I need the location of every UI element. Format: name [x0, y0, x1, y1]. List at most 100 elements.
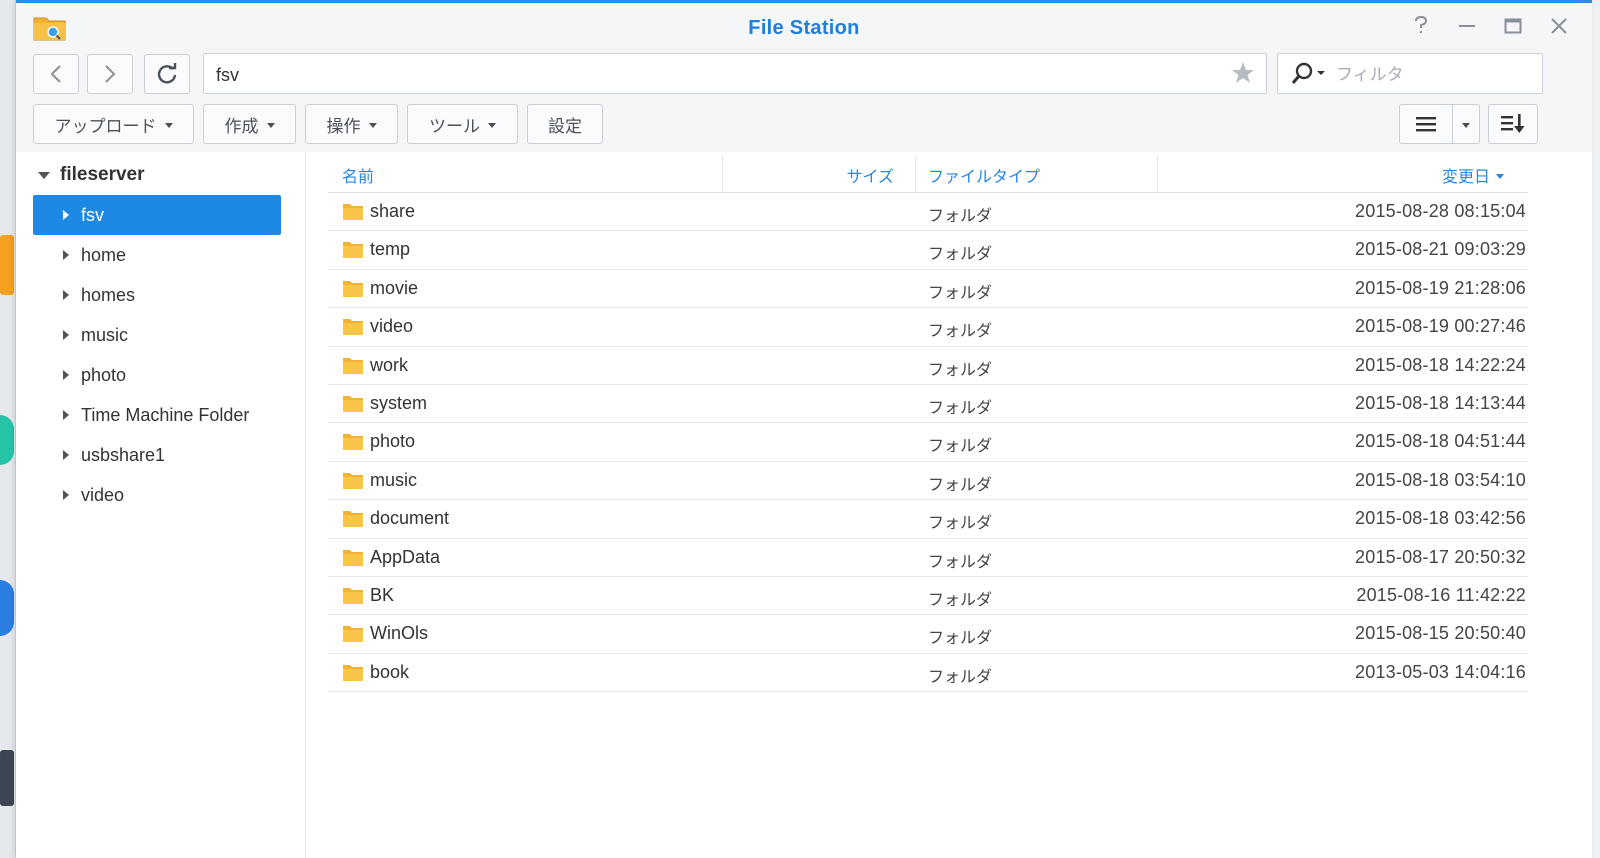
folder-icon [343, 664, 363, 681]
sidebar-item-video[interactable]: video [33, 475, 281, 515]
toolbar: アップロード 作成 操作 ツール 設定 [16, 100, 1592, 152]
sidebar-item-photo[interactable]: photo [33, 355, 281, 395]
navigation-bar [16, 50, 1592, 100]
file-row[interactable]: music フォルダ 2015-08-18 03:54:10 [328, 462, 1528, 501]
file-row[interactable]: video フォルダ 2015-08-19 00:27:46 [328, 308, 1528, 347]
file-name: WinOls [370, 623, 428, 644]
back-button[interactable] [33, 54, 79, 94]
column-header-size[interactable]: サイズ [722, 156, 894, 193]
minimize-icon[interactable] [1454, 13, 1480, 39]
sort-button[interactable] [1488, 104, 1538, 144]
file-row[interactable]: WinOls フォルダ 2015-08-15 20:50:40 [328, 615, 1528, 654]
help-icon[interactable] [1408, 13, 1434, 39]
sidebar-item-home[interactable]: home [33, 235, 281, 275]
refresh-icon [157, 63, 177, 84]
column-header-modified[interactable]: 変更日 [1442, 156, 1504, 193]
file-modified-date: 2015-08-16 11:42:22 [1356, 584, 1526, 605]
desktop-app-fragment [0, 580, 14, 636]
file-name: music [370, 469, 418, 490]
sidebar-item-label: music [81, 324, 129, 345]
search-icon[interactable] [1290, 62, 1330, 86]
chevron-down-icon [488, 122, 496, 128]
sidebar-item-label: Time Machine Folder [81, 404, 250, 425]
create-button[interactable]: 作成 [203, 104, 296, 144]
list-view-icon [1416, 117, 1436, 132]
file-row[interactable]: work フォルダ 2015-08-18 14:22:24 [328, 347, 1528, 385]
settings-label: 設定 [548, 116, 582, 137]
chevron-down-icon [1462, 122, 1470, 128]
sidebar-item-label: video [81, 484, 125, 505]
expand-arrow-icon [38, 171, 50, 179]
chevron-right-icon [105, 65, 116, 83]
sidebar-item-fsv[interactable]: fsv [33, 195, 281, 235]
file-type: フォルダ [928, 474, 993, 494]
path-input[interactable] [216, 64, 1196, 86]
column-divider[interactable] [1157, 156, 1158, 193]
maximize-icon[interactable] [1500, 13, 1526, 39]
file-station-window: File Station fsv フィルタ アップロード 作成 操作 ツール 設… [16, 0, 1592, 858]
tools-label: ツール [429, 116, 480, 137]
sidebar-item-time-machine-folder[interactable]: Time Machine Folder [33, 395, 281, 435]
file-row[interactable]: temp フォルダ 2015-08-21 09:03:29 [328, 231, 1528, 270]
file-row[interactable]: BK フォルダ 2015-08-16 11:42:22 [328, 577, 1528, 616]
refresh-button[interactable] [144, 54, 190, 94]
sidebar-item-music[interactable]: music [33, 315, 281, 355]
action-button[interactable]: 操作 [305, 104, 398, 144]
file-row[interactable]: AppData フォルダ 2015-08-17 20:50:32 [328, 539, 1528, 577]
star-icon[interactable] [1230, 60, 1256, 86]
file-modified-date: 2015-08-18 14:13:44 [1355, 392, 1526, 413]
file-type: フォルダ [928, 359, 993, 379]
tools-button[interactable]: ツール [407, 104, 518, 144]
chevron-left-icon [50, 65, 61, 83]
file-row[interactable]: document フォルダ 2015-08-18 03:42:56 [328, 500, 1528, 539]
file-modified-date: 2015-08-21 09:03:29 [1355, 239, 1526, 260]
file-type: フォルダ [928, 589, 993, 609]
settings-button[interactable]: 設定 [527, 104, 603, 144]
file-modified-date: 2015-08-17 20:50:32 [1355, 546, 1526, 567]
sidebar-item-usbshare1[interactable]: usbshare1 [33, 435, 281, 475]
file-type: フォルダ [928, 282, 993, 302]
sidebar-item-label: photo [81, 364, 127, 385]
filter-input[interactable] [1336, 64, 1526, 86]
forward-button[interactable] [87, 54, 133, 94]
desktop-app-fragment [0, 235, 14, 295]
file-name: book [370, 661, 410, 682]
file-name: video [370, 316, 414, 337]
sidebar-item-label: usbshare1 [81, 444, 166, 465]
sidebar-item-homes[interactable]: homes [33, 275, 281, 315]
file-modified-date: 2015-08-18 03:54:10 [1355, 469, 1526, 490]
file-row[interactable]: book フォルダ 2013-05-03 14:04:16 [328, 654, 1528, 693]
folder-icon [343, 472, 363, 489]
file-row[interactable]: movie フォルダ 2015-08-19 21:28:06 [328, 270, 1528, 309]
folder-icon [343, 395, 363, 412]
file-row[interactable]: system フォルダ 2015-08-18 14:13:44 [328, 385, 1528, 424]
folder-icon [343, 549, 363, 566]
file-type: フォルダ [928, 397, 993, 417]
view-mode-dropdown[interactable] [1452, 104, 1480, 144]
file-type: フォルダ [928, 513, 993, 533]
tree-root-fileserver[interactable]: fileserver [38, 162, 145, 188]
close-icon[interactable] [1546, 13, 1572, 39]
list-view-button[interactable] [1399, 104, 1453, 144]
column-divider[interactable] [915, 156, 916, 193]
collapse-arrow-icon [63, 410, 69, 420]
file-modified-date: 2015-08-18 14:22:24 [1355, 354, 1526, 375]
file-name: photo [370, 431, 416, 452]
file-type: フォルダ [928, 551, 993, 571]
file-row[interactable]: share フォルダ 2015-08-28 08:15:04 [328, 193, 1528, 232]
sidebar-item-label: homes [81, 284, 136, 305]
tree-root-label: fileserver [60, 164, 145, 185]
file-row[interactable]: photo フォルダ 2015-08-18 04:51:44 [328, 423, 1528, 462]
action-label: 操作 [326, 116, 361, 137]
file-modified-date: 2015-08-28 08:15:04 [1355, 201, 1526, 221]
path-bar [203, 53, 1267, 94]
upload-button[interactable]: アップロード [33, 104, 194, 144]
sort-icon [1501, 114, 1525, 133]
column-header-type[interactable]: ファイルタイプ [928, 156, 1040, 193]
file-name: document [370, 508, 450, 529]
folder-icon [343, 587, 363, 604]
file-name: movie [370, 277, 419, 298]
column-header-name[interactable]: 名前 [342, 156, 374, 193]
file-list-header: 名前 サイズ ファイルタイプ 変更日 [328, 156, 1528, 193]
file-type: フォルダ [928, 666, 993, 686]
